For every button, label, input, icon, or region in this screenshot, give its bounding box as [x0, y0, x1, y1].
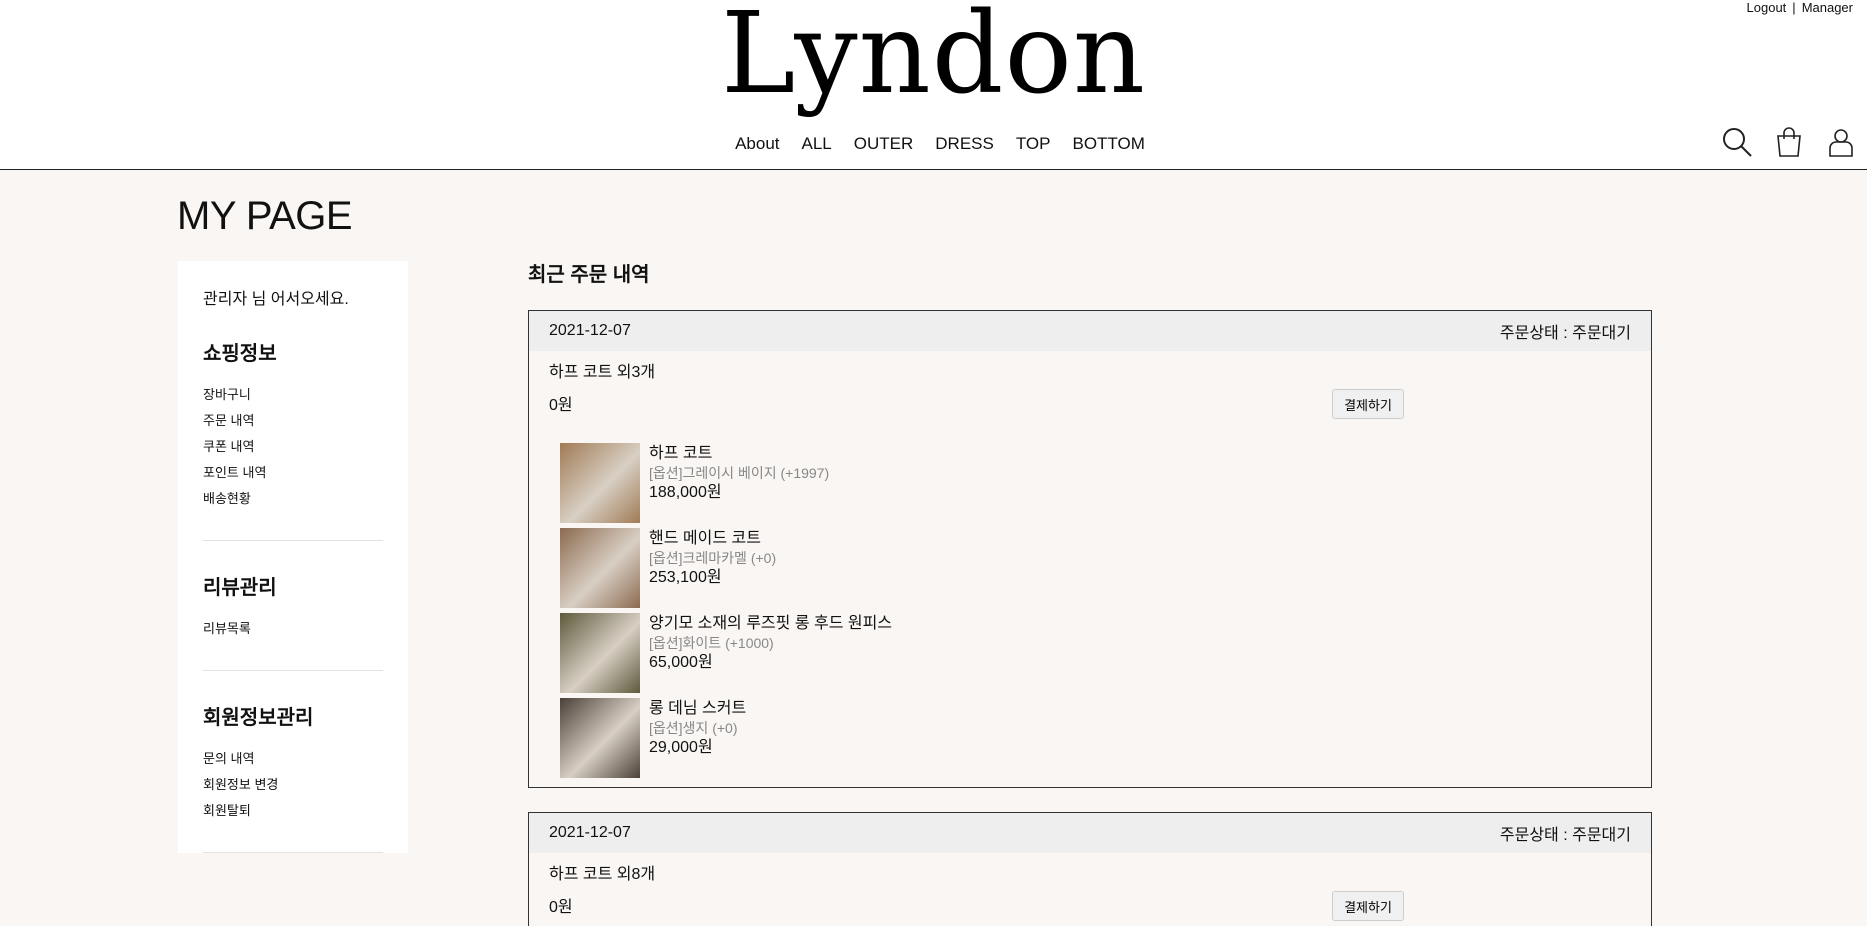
nav-bottom[interactable]: BOTTOM — [1072, 134, 1144, 154]
product-option: [옵션]크레마카멜 (+0) — [649, 550, 777, 566]
product-price: 253,100원 — [649, 569, 722, 586]
sidebar-item-delivery[interactable]: 배송현황 — [203, 486, 383, 512]
user-icon[interactable] — [1825, 126, 1857, 158]
pay-button[interactable]: 결제하기 — [1332, 891, 1404, 921]
product-name[interactable]: 양기모 소재의 루즈핏 롱 후드 원피스 — [649, 613, 892, 634]
order-header: 2021-12-07 주문상태 : 주문대기 — [529, 311, 1651, 351]
order-card: 2021-12-07 주문상태 : 주문대기 하프 코트 외8개 0원 결제하기 — [528, 812, 1652, 926]
list-item[interactable]: 롱 데님 스커트 [옵션]생지 (+0) 29,000원 — [560, 698, 1631, 783]
product-thumbnail[interactable] — [560, 443, 640, 523]
divider — [203, 670, 383, 671]
product-option: [옵션]화이트 (+1000) — [649, 635, 774, 651]
nav-top[interactable]: TOP — [1016, 134, 1051, 154]
sidebar-item-withdraw[interactable]: 회원탈퇴 — [203, 798, 383, 824]
shopping-bag-icon[interactable] — [1773, 126, 1805, 158]
product-price: 29,000원 — [649, 739, 713, 756]
order-price: 0원 — [549, 397, 573, 414]
header-icons — [1721, 126, 1857, 158]
order-date: 2021-12-07 — [549, 322, 631, 339]
product-thumbnail[interactable] — [560, 698, 640, 778]
mypage-sidebar: 관리자 님 어서오세요. 쇼핑정보 장바구니 주문 내역 쿠폰 내역 포인트 내… — [178, 261, 408, 853]
order-header: 2021-12-07 주문상태 : 주문대기 — [529, 813, 1651, 853]
divider — [203, 852, 383, 853]
nav-outer[interactable]: OUTER — [854, 134, 914, 154]
product-name[interactable]: 핸드 메이드 코트 — [649, 528, 776, 549]
recent-orders-title: 최근 주문 내역 — [528, 264, 650, 286]
page-title: MY PAGE — [177, 194, 353, 238]
order-name: 하프 코트 외3개 — [549, 364, 656, 381]
sidebar-item-cart[interactable]: 장바구니 — [203, 382, 383, 408]
list-item[interactable]: 하프 코트 [옵션]그레이시 베이지 (+1997) 188,000원 — [560, 443, 1631, 528]
product-thumbnail[interactable] — [560, 613, 640, 693]
pay-button[interactable]: 결제하기 — [1332, 389, 1404, 419]
main-nav: About ALL OUTER DRESS TOP BOTTOM — [0, 134, 1867, 154]
product-name[interactable]: 하프 코트 — [649, 443, 829, 464]
order-items: 하프 코트 [옵션]그레이시 베이지 (+1997) 188,000원 핸드 메… — [549, 415, 1631, 787]
list-item[interactable]: 핸드 메이드 코트 [옵션]크레마카멜 (+0) 253,100원 — [560, 528, 1631, 613]
order-name: 하프 코트 외8개 — [549, 866, 656, 883]
order-price: 0원 — [549, 899, 573, 916]
sidebar-item-review-list[interactable]: 리뷰목록 — [203, 616, 383, 642]
welcome-text: 관리자 님 어서오세요. — [203, 291, 349, 308]
product-thumbnail[interactable] — [560, 528, 640, 608]
product-name[interactable]: 롱 데님 스커트 — [649, 698, 746, 719]
section-title-reviews: 리뷰관리 — [203, 577, 277, 599]
nav-about[interactable]: About — [735, 134, 779, 154]
section-title-shopping: 쇼핑정보 — [203, 343, 277, 365]
order-date: 2021-12-07 — [549, 824, 631, 841]
list-item[interactable]: 양기모 소재의 루즈핏 롱 후드 원피스 [옵션]화이트 (+1000) 65,… — [560, 613, 1631, 698]
order-body: 하프 코트 외8개 0원 결제하기 — [529, 853, 1651, 921]
order-status: 주문상태 : 주문대기 — [1499, 325, 1631, 342]
product-price: 188,000원 — [649, 484, 722, 501]
order-status: 주문상태 : 주문대기 — [1499, 827, 1631, 844]
brand-logo[interactable]: Lyndon — [0, 0, 1867, 114]
product-price: 65,000원 — [649, 654, 713, 671]
nav-dress[interactable]: DRESS — [935, 134, 994, 154]
order-card: 2021-12-07 주문상태 : 주문대기 하프 코트 외3개 0원 결제하기… — [528, 310, 1652, 788]
order-body: 하프 코트 외3개 0원 결제하기 하프 코트 [옵션]그레이시 베이지 (+1… — [529, 351, 1651, 787]
sidebar-item-inquiries[interactable]: 문의 내역 — [203, 746, 383, 772]
sidebar-item-edit-profile[interactable]: 회원정보 변경 — [203, 772, 383, 798]
product-option: [옵션]그레이시 베이지 (+1997) — [649, 465, 830, 481]
sidebar-item-points[interactable]: 포인트 내역 — [203, 460, 383, 486]
section-title-member: 회원정보관리 — [203, 707, 314, 729]
site-header: Logout | Manager Lyndon About ALL OUTER … — [0, 0, 1867, 170]
nav-all[interactable]: ALL — [802, 134, 832, 154]
sidebar-item-orders[interactable]: 주문 내역 — [203, 408, 383, 434]
search-icon[interactable] — [1721, 126, 1753, 158]
sidebar-item-coupons[interactable]: 쿠폰 내역 — [203, 434, 383, 460]
product-option: [옵션]생지 (+0) — [649, 720, 738, 736]
divider — [203, 540, 383, 541]
